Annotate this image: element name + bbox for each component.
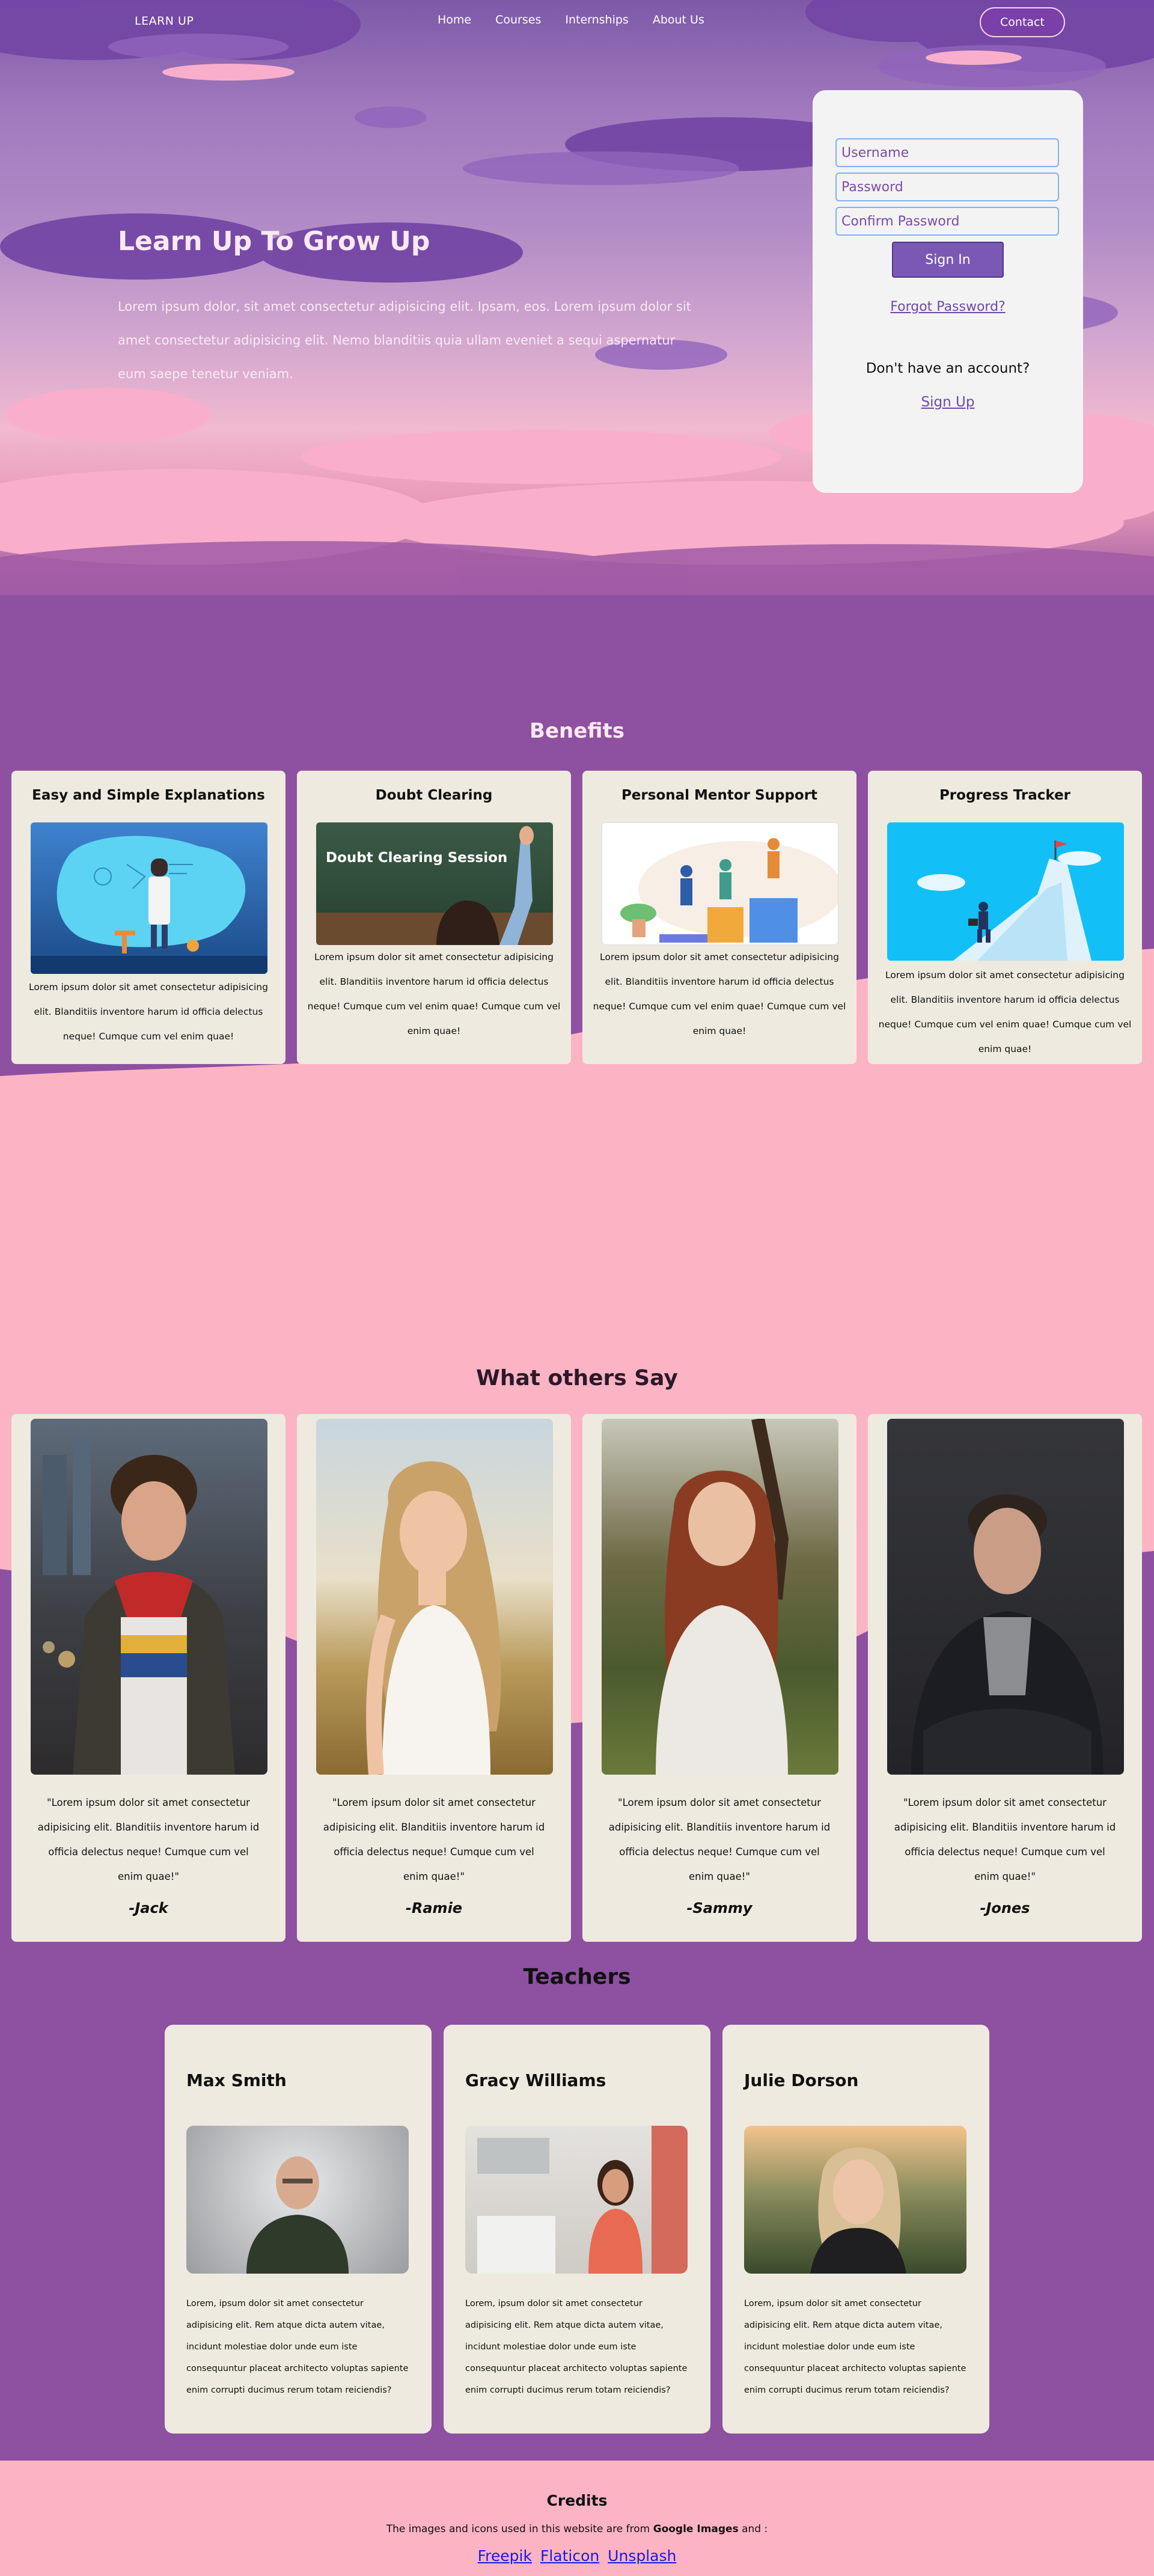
- benefit-card: Personal Mentor Support Lorem ipsum dolo…: [582, 771, 856, 1064]
- credits-description: The images and icons used in this websit…: [0, 2523, 1154, 2535]
- benefit-card-text: Lorem ipsum dolor sit amet consectetur a…: [307, 952, 561, 1036]
- nav-link-internships[interactable]: Internships: [565, 13, 628, 26]
- testimonial-photo-jones: [887, 1419, 1124, 1775]
- teachers-section: Teachers Max Smith Lorem, ipsum dolor si…: [0, 1951, 1154, 2461]
- testimonial-quote: "Lorem ipsum dolor sit amet consectetur …: [894, 1797, 1116, 1882]
- testimonial-quote: "Lorem ipsum dolor sit amet consectetur …: [37, 1797, 260, 1882]
- confirm-password-input[interactable]: [835, 207, 1059, 236]
- benefit-card-text: Lorem ipsum dolor sit amet consectetur a…: [593, 952, 846, 1036]
- brand-logo-text[interactable]: LEARN UP: [135, 14, 194, 28]
- teachers-title: Teachers: [523, 1965, 631, 1989]
- credits-text-end: and :: [738, 2523, 768, 2535]
- teacher-photo-max-smith: [186, 2126, 409, 2274]
- testimonial-card: "Lorem ipsum dolor sit amet consectetur …: [868, 1414, 1142, 1942]
- teacher-card: Gracy Williams Lorem, ipsum dolor sit am…: [444, 2025, 710, 2434]
- progress-tracker-illustration: [887, 822, 1124, 961]
- contact-button[interactable]: Contact: [980, 7, 1065, 37]
- benefit-card-title: Personal Mentor Support: [621, 788, 818, 803]
- testimonial-photo-ramie: [316, 1419, 553, 1775]
- testimonials-title: What others Say: [476, 1366, 678, 1390]
- nav-link-about-us[interactable]: About Us: [653, 13, 704, 26]
- testimonial-author: -Ramie: [405, 1900, 463, 1917]
- credits-links: Freepik Flaticon Unsplash: [0, 2547, 1154, 2565]
- no-account-text: Don't have an account?: [866, 361, 1030, 376]
- doubt-clearing-photo: Doubt Clearing Session: [316, 822, 553, 945]
- credits-title: Credits: [546, 2492, 608, 2509]
- password-input[interactable]: [835, 173, 1059, 201]
- benefit-card: Easy and Simple Explanations Lorem ipsum…: [11, 771, 285, 1064]
- teacher-card: Julie Dorson Lorem, ipsum dolor sit amet…: [722, 2025, 989, 2434]
- benefit-card: Doubt Clearing Doubt Clearing Session Lo…: [297, 771, 571, 1064]
- testimonial-quote: "Lorem ipsum dolor sit amet consectetur …: [608, 1797, 831, 1882]
- top-navigation: LEARN UP Home Courses Internships About …: [0, 0, 1154, 43]
- teacher-bio: Lorem, ipsum dolor sit amet consectetur …: [186, 2299, 409, 2395]
- teacher-name: Max Smith: [186, 2070, 287, 2090]
- forgot-password-link[interactable]: Forgot Password?: [813, 299, 1083, 314]
- benefits-section: Benefits Easy and Simple Explanations Lo…: [0, 595, 1154, 1232]
- credits-footer: Credits The images and icons used in thi…: [0, 2461, 1154, 2576]
- teacher-card: Max Smith Lorem, ipsum dolor sit amet co…: [165, 2025, 432, 2434]
- hero-section: LEARN UP Home Courses Internships About …: [0, 0, 1154, 595]
- teacher-name: Gracy Williams: [465, 2070, 606, 2090]
- nav-link-courses[interactable]: Courses: [495, 13, 541, 26]
- testimonial-photo-jack: [31, 1419, 267, 1775]
- testimonial-card: "Lorem ipsum dolor sit amet consectetur …: [297, 1414, 571, 1942]
- mentor-support-illustration: [602, 822, 838, 945]
- testimonial-author: -Sammy: [686, 1900, 753, 1917]
- hero-title: Learn Up To Grow Up: [118, 226, 430, 257]
- teacher-bio: Lorem, ipsum dolor sit amet consectetur …: [744, 2299, 966, 2395]
- credits-text-start: The images and icons used in this websit…: [386, 2523, 653, 2535]
- benefit-card-title: Doubt Clearing: [375, 788, 493, 803]
- username-input[interactable]: [835, 138, 1059, 167]
- testimonial-quote: "Lorem ipsum dolor sit amet consectetur …: [323, 1797, 545, 1882]
- sign-up-link[interactable]: Sign Up: [813, 394, 1083, 410]
- signin-card: Sign In Forgot Password? Don't have an a…: [813, 90, 1083, 493]
- testimonial-author: -Jack: [129, 1900, 168, 1917]
- credit-link-freepik[interactable]: Freepik: [478, 2547, 532, 2565]
- nav-links: Home Courses Internships About Us: [438, 13, 704, 26]
- benefit-card-title: Easy and Simple Explanations: [32, 788, 265, 803]
- hero-description: Lorem ipsum dolor, sit amet consectetur …: [118, 299, 691, 381]
- nav-link-home[interactable]: Home: [438, 13, 471, 26]
- testimonial-author: -Jones: [980, 1900, 1030, 1917]
- benefit-card: Progress Tracker Lorem ipsum dolor sit a…: [868, 771, 1142, 1064]
- credits-source-google-images: Google Images: [653, 2523, 739, 2535]
- sign-in-button[interactable]: Sign In: [892, 242, 1004, 278]
- explanations-illustration: [31, 822, 267, 974]
- benefits-title: Benefits: [530, 719, 624, 743]
- benefit-card-text: Lorem ipsum dolor sit amet consectetur a…: [29, 982, 268, 1042]
- benefit-card-title: Progress Tracker: [939, 788, 1071, 803]
- testimonial-card: "Lorem ipsum dolor sit amet consectetur …: [11, 1414, 285, 1942]
- testimonial-photo-sammy: [602, 1419, 838, 1775]
- benefit-card-text: Lorem ipsum dolor sit amet consectetur a…: [878, 970, 1132, 1054]
- teacher-name: Julie Dorson: [744, 2070, 859, 2090]
- testimonials-section: What others Say "Lorem ipsum dolor sit a…: [0, 1232, 1154, 1951]
- teacher-bio: Lorem, ipsum dolor sit amet consectetur …: [465, 2299, 688, 2395]
- teacher-photo-julie-dorson: [744, 2126, 966, 2274]
- teacher-photo-gracy-williams: [465, 2126, 688, 2274]
- testimonial-card: "Lorem ipsum dolor sit amet consectetur …: [582, 1414, 856, 1942]
- credit-link-flaticon[interactable]: Flaticon: [540, 2547, 599, 2565]
- doubt-clearing-caption: Doubt Clearing Session: [326, 850, 508, 866]
- credit-link-unsplash[interactable]: Unsplash: [608, 2547, 676, 2565]
